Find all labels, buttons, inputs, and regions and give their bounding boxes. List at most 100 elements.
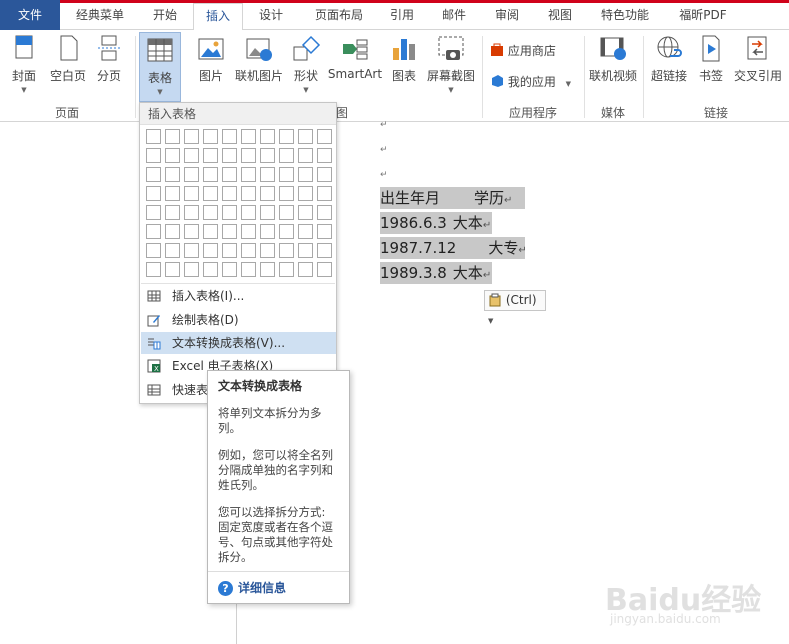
grid-cell[interactable]	[279, 129, 294, 144]
grid-cell[interactable]	[203, 167, 218, 182]
tab-design[interactable]: 设计	[247, 3, 295, 30]
grid-cell[interactable]	[260, 129, 275, 144]
grid-cell[interactable]	[298, 129, 313, 144]
grid-cell[interactable]	[298, 243, 313, 258]
grid-cell[interactable]	[222, 167, 237, 182]
grid-cell[interactable]	[260, 186, 275, 201]
grid-cell[interactable]	[165, 148, 180, 163]
grid-cell[interactable]	[260, 262, 275, 277]
tab-special-features[interactable]: 特色功能	[590, 3, 660, 30]
table-button[interactable]: 表格 ▼	[139, 32, 181, 102]
grid-cell[interactable]	[184, 186, 199, 201]
my-apps-button[interactable]: 我的应用 ▼	[490, 73, 571, 90]
picture-button[interactable]: 图片	[192, 34, 230, 84]
grid-cell[interactable]	[146, 205, 161, 220]
grid-cell[interactable]	[165, 243, 180, 258]
grid-cell[interactable]	[298, 262, 313, 277]
grid-cell[interactable]	[203, 148, 218, 163]
grid-cell[interactable]	[203, 224, 218, 239]
grid-cell[interactable]	[317, 243, 332, 258]
grid-cell[interactable]	[279, 205, 294, 220]
grid-cell[interactable]	[298, 167, 313, 182]
grid-cell[interactable]	[260, 224, 275, 239]
online-video-button[interactable]: 联机视频	[588, 34, 638, 84]
tab-page-layout[interactable]: 页面布局	[303, 3, 375, 30]
grid-cell[interactable]	[146, 186, 161, 201]
grid-cell[interactable]	[241, 186, 256, 201]
grid-cell[interactable]	[298, 205, 313, 220]
grid-cell[interactable]	[184, 167, 199, 182]
tab-classic-menu[interactable]: 经典菜单	[64, 3, 136, 30]
grid-cell[interactable]	[165, 262, 180, 277]
grid-cell[interactable]	[222, 224, 237, 239]
grid-cell[interactable]	[279, 224, 294, 239]
chart-button[interactable]: 图表	[387, 34, 421, 84]
tab-references[interactable]: 引用	[380, 3, 424, 30]
grid-cell[interactable]	[184, 148, 199, 163]
tab-foxit-pdf[interactable]: 福昕PDF	[668, 3, 738, 30]
document-line[interactable]: 出生年月 学历↵	[380, 187, 525, 209]
grid-cell[interactable]	[279, 148, 294, 163]
grid-cell[interactable]	[184, 224, 199, 239]
grid-cell[interactable]	[184, 262, 199, 277]
grid-cell[interactable]	[146, 167, 161, 182]
menu-convert-text-to-table[interactable]: 文本转换成表格(V)...	[141, 332, 336, 354]
grid-cell[interactable]	[146, 148, 161, 163]
tab-view[interactable]: 视图	[538, 3, 582, 30]
grid-cell[interactable]	[241, 205, 256, 220]
grid-cell[interactable]	[203, 129, 218, 144]
grid-cell[interactable]	[184, 243, 199, 258]
grid-cell[interactable]	[222, 148, 237, 163]
grid-cell[interactable]	[279, 186, 294, 201]
paste-options-button[interactable]: (Ctrl) ▼	[484, 290, 546, 325]
cross-reference-button[interactable]: 交叉引用	[731, 34, 785, 84]
grid-cell[interactable]	[298, 148, 313, 163]
bookmark-button[interactable]: 书签	[694, 34, 728, 84]
page-break-button[interactable]: 分页	[92, 34, 126, 84]
grid-cell[interactable]	[146, 243, 161, 258]
grid-cell[interactable]	[317, 167, 332, 182]
cover-page-button[interactable]: 封面 ▼	[4, 34, 44, 94]
grid-cell[interactable]	[203, 205, 218, 220]
grid-cell[interactable]	[279, 243, 294, 258]
grid-cell[interactable]	[222, 186, 237, 201]
grid-cell[interactable]	[279, 167, 294, 182]
menu-draw-table[interactable]: 绘制表格(D)	[141, 309, 336, 331]
grid-cell[interactable]	[317, 224, 332, 239]
grid-cell[interactable]	[165, 167, 180, 182]
document-line[interactable]: 1987.7.12 大专↵	[380, 237, 527, 259]
grid-cell[interactable]	[241, 224, 256, 239]
hyperlink-button[interactable]: 超链接	[648, 34, 690, 84]
grid-cell[interactable]	[317, 148, 332, 163]
tab-mailings[interactable]: 邮件	[432, 3, 476, 30]
grid-cell[interactable]	[165, 129, 180, 144]
grid-cell[interactable]	[203, 243, 218, 258]
blank-page-button[interactable]: 空白页	[47, 34, 89, 84]
grid-cell[interactable]	[184, 129, 199, 144]
grid-cell[interactable]	[184, 205, 199, 220]
grid-cell[interactable]	[260, 205, 275, 220]
grid-cell[interactable]	[146, 129, 161, 144]
grid-cell[interactable]	[260, 167, 275, 182]
grid-cell[interactable]	[222, 205, 237, 220]
grid-cell[interactable]	[260, 148, 275, 163]
grid-cell[interactable]	[317, 186, 332, 201]
tab-home[interactable]: 开始	[140, 3, 190, 30]
tab-review[interactable]: 审阅	[485, 3, 529, 30]
grid-cell[interactable]	[146, 224, 161, 239]
grid-cell[interactable]	[317, 205, 332, 220]
tab-file[interactable]: 文件	[0, 0, 60, 30]
grid-cell[interactable]	[317, 262, 332, 277]
grid-cell[interactable]	[203, 186, 218, 201]
grid-cell[interactable]	[298, 186, 313, 201]
smartart-button[interactable]: SmartArt	[327, 34, 383, 81]
grid-cell[interactable]	[165, 224, 180, 239]
tab-insert[interactable]: 插入	[193, 3, 243, 31]
grid-cell[interactable]	[241, 129, 256, 144]
document-line[interactable]: 1986.6.3 大本↵	[380, 212, 492, 234]
menu-insert-table[interactable]: 插入表格(I)...	[141, 285, 336, 307]
grid-cell[interactable]	[241, 262, 256, 277]
grid-cell[interactable]	[279, 262, 294, 277]
online-picture-button[interactable]: 联机图片	[232, 34, 286, 84]
document-line[interactable]: 1989.3.8 大本↵	[380, 262, 492, 284]
